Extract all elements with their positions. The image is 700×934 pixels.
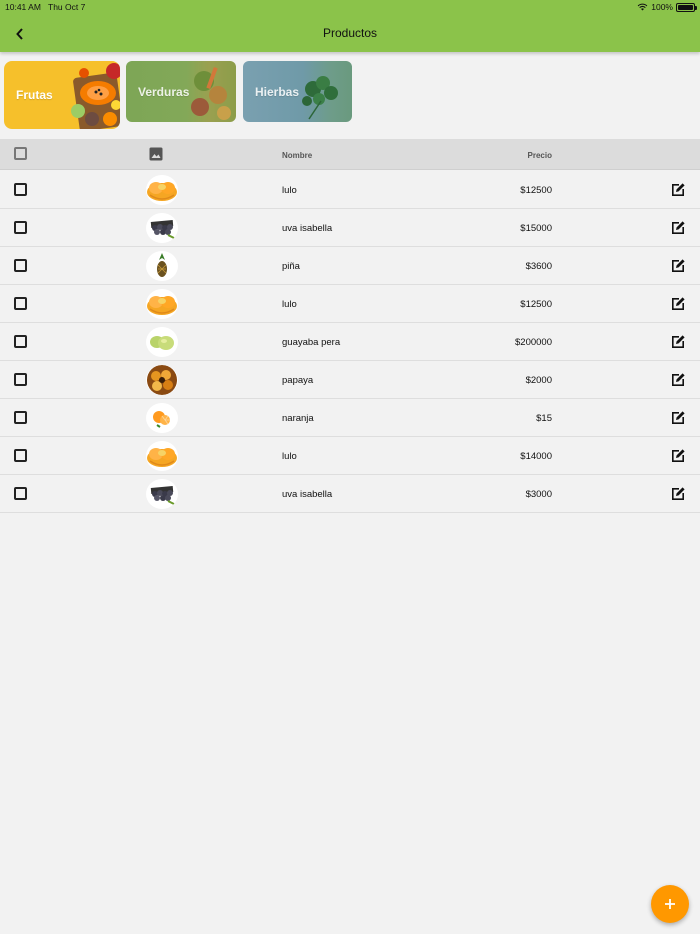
product-name: papaya <box>282 375 314 386</box>
table-row[interactable]: naranja $15 <box>0 399 700 437</box>
table-header: Nombre Precio <box>0 139 700 170</box>
product-name: naranja <box>282 413 314 424</box>
table-row[interactable]: lulo $14000 <box>0 437 700 475</box>
edit-icon <box>672 335 685 348</box>
product-name: lulo <box>282 185 297 196</box>
status-time: 10:41 AM <box>5 2 41 12</box>
row-checkbox[interactable] <box>14 183 27 196</box>
edit-button[interactable] <box>669 409 687 427</box>
product-image <box>146 327 178 357</box>
product-name: uva isabella <box>282 489 333 500</box>
row-checkbox[interactable] <box>14 487 27 500</box>
edit-button[interactable] <box>669 257 687 275</box>
edit-button[interactable] <box>669 295 687 313</box>
product-name: uva isabella <box>282 223 333 234</box>
row-checkbox[interactable] <box>14 335 27 348</box>
table-row[interactable]: lulo $12500 <box>0 171 700 209</box>
select-all-checkbox[interactable] <box>14 147 27 160</box>
edit-icon <box>672 221 685 234</box>
product-name: guayaba pera <box>282 337 341 348</box>
product-price: $2000 <box>525 375 552 386</box>
product-price: $3000 <box>525 489 552 500</box>
row-checkbox[interactable] <box>14 297 27 310</box>
product-image <box>146 251 178 281</box>
edit-icon <box>672 411 685 424</box>
edit-button[interactable] <box>669 333 687 351</box>
status-right: 100% <box>637 2 697 12</box>
add-product-button[interactable] <box>651 885 689 923</box>
edit-icon <box>672 373 685 386</box>
table-row[interactable]: lulo $12500 <box>0 285 700 323</box>
edit-icon <box>672 449 685 462</box>
battery-icon <box>676 2 697 12</box>
product-price: $12500 <box>520 299 552 310</box>
battery-percent: 100% <box>651 2 673 12</box>
row-checkbox[interactable] <box>14 259 27 272</box>
column-header-price: Precio <box>527 151 552 160</box>
status-date: Thu Oct 7 <box>48 2 86 12</box>
product-name: lulo <box>282 299 297 310</box>
image-icon <box>149 147 163 161</box>
column-header-name: Nombre <box>282 151 313 160</box>
row-checkbox[interactable] <box>14 373 27 386</box>
product-image <box>146 479 178 509</box>
table-row[interactable]: papaya $2000 <box>0 361 700 399</box>
product-price: $15000 <box>520 223 552 234</box>
edit-icon <box>672 259 685 272</box>
product-price: $14000 <box>520 451 552 462</box>
row-checkbox[interactable] <box>14 221 27 234</box>
edit-button[interactable] <box>669 371 687 389</box>
category-card-hierbas[interactable]: Hierbas <box>243 61 352 122</box>
category-label-hierbas: Hierbas <box>255 85 300 99</box>
plus-icon <box>665 899 675 909</box>
product-image <box>146 289 178 319</box>
category-label-frutas: Frutas <box>16 88 53 102</box>
edit-icon <box>672 297 685 310</box>
product-price: $3600 <box>525 261 552 272</box>
edit-button[interactable] <box>669 447 687 465</box>
product-price: $15 <box>536 413 552 424</box>
category-card-verduras[interactable]: Verduras <box>126 61 236 122</box>
edit-button[interactable] <box>669 219 687 237</box>
category-label-verduras: Verduras <box>138 85 190 99</box>
product-image <box>146 365 178 395</box>
product-image <box>146 441 178 471</box>
table-row[interactable]: piña $3600 <box>0 247 700 285</box>
product-image <box>146 403 178 433</box>
product-image <box>146 175 178 205</box>
status-bar: 10:41 AM Thu Oct 7 100% <box>0 0 700 14</box>
category-card-frutas[interactable]: Frutas <box>4 61 120 129</box>
row-checkbox[interactable] <box>14 449 27 462</box>
product-name: lulo <box>282 451 297 462</box>
product-price: $12500 <box>520 185 552 196</box>
page-title: Productos <box>322 26 378 40</box>
table-row[interactable]: guayaba pera $200000 <box>0 323 700 361</box>
edit-icon <box>672 487 685 500</box>
edit-button[interactable] <box>669 181 687 199</box>
wifi-icon <box>637 3 648 11</box>
app-bar: 10:41 AM Thu Oct 7 100% Productos <box>0 0 700 52</box>
edit-button[interactable] <box>669 485 687 503</box>
product-price: $200000 <box>515 337 552 348</box>
table-row[interactable]: uva isabella $3000 <box>0 475 700 513</box>
row-checkbox[interactable] <box>14 411 27 424</box>
product-image <box>146 213 178 243</box>
product-name: piña <box>282 261 300 272</box>
table-row[interactable]: uva isabella $15000 <box>0 209 700 247</box>
edit-icon <box>672 183 685 196</box>
